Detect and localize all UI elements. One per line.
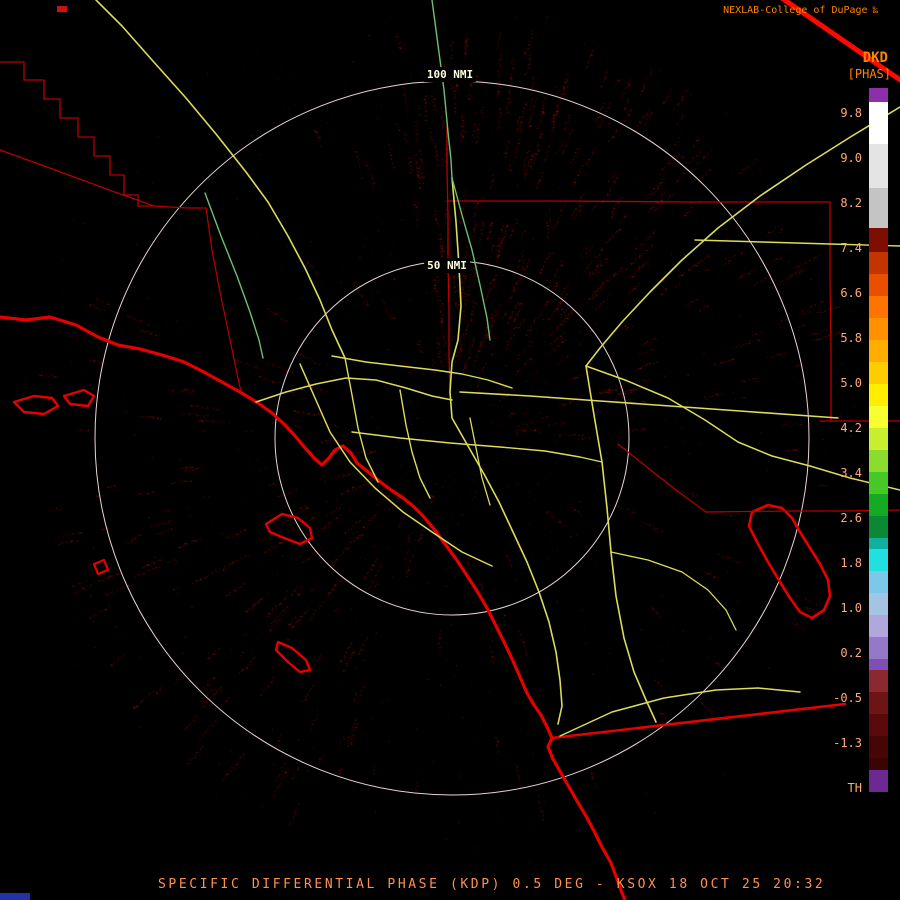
road-605 bbox=[399, 389, 431, 499]
bottom-left-blue-bar bbox=[0, 893, 30, 900]
road-110 bbox=[344, 357, 379, 483]
road-86 bbox=[610, 551, 737, 631]
range-ring-label-50nmi: 50 NMI bbox=[424, 258, 470, 273]
road-i15-south bbox=[585, 365, 657, 723]
colorbar-segment bbox=[869, 615, 888, 637]
island-santa-barbara bbox=[92, 558, 110, 576]
island-channel-west bbox=[12, 394, 60, 416]
colorbar-segment bbox=[869, 362, 888, 384]
island-san-clemente bbox=[274, 640, 312, 674]
colorbar-segment bbox=[869, 538, 888, 549]
road-210 bbox=[331, 355, 513, 389]
colorbar-segment bbox=[869, 318, 888, 340]
colorbar-tick-label: 4.2 bbox=[840, 421, 862, 435]
radar-display: 100 NMI 50 NMI NEXLAB-College of DuPage … bbox=[0, 0, 900, 900]
colorbar-segment bbox=[869, 516, 888, 538]
colorbar-segment bbox=[869, 593, 888, 615]
colorbar-segment bbox=[869, 549, 888, 571]
colorbar-tick-label: 3.4 bbox=[840, 466, 862, 480]
colorbar-segment bbox=[869, 406, 888, 428]
colorbar-tick-label: 8.2 bbox=[840, 196, 862, 210]
colorbar-segment bbox=[869, 736, 888, 758]
colorbar-tick-label: 5.0 bbox=[840, 376, 862, 390]
colorbar bbox=[869, 88, 888, 792]
mexico-border bbox=[550, 702, 847, 740]
colorbar-threshold-label: TH bbox=[847, 781, 862, 795]
product-code: DKD bbox=[862, 50, 888, 66]
colorbar-tick-label: 1.8 bbox=[840, 556, 862, 570]
road-i10-east bbox=[459, 391, 839, 419]
road-i15-north bbox=[585, 106, 900, 367]
colorbar-segment bbox=[869, 228, 888, 252]
product-caption: SPECIFIC DIFFERENTIAL PHASE (KDP) 0.5 DE… bbox=[158, 877, 826, 892]
colorbar-tick-label: 9.0 bbox=[840, 151, 862, 165]
colorbar-tick-label: 5.8 bbox=[840, 331, 862, 345]
colorbar-segment bbox=[869, 571, 888, 593]
range-ring-outer bbox=[94, 80, 810, 796]
road-101 bbox=[255, 377, 453, 403]
range-ring-inner bbox=[274, 260, 630, 616]
colorbar-segment bbox=[869, 144, 888, 188]
county-kern-steps bbox=[0, 61, 207, 209]
colorbar-segment bbox=[869, 428, 888, 450]
product-unit: [PHAS] bbox=[847, 67, 891, 81]
header-logo-glyph: ‰ bbox=[872, 5, 878, 16]
colorbar-segment bbox=[869, 637, 888, 659]
road-55 bbox=[469, 417, 491, 506]
colorbar-segment bbox=[869, 758, 888, 770]
salton-sea bbox=[747, 503, 832, 620]
colorbar-segment bbox=[869, 692, 888, 714]
road-i405 bbox=[299, 363, 493, 567]
colorbar-segment bbox=[869, 714, 888, 736]
coastline bbox=[0, 315, 627, 900]
county-riverside-sd-diag bbox=[617, 443, 707, 513]
header-title: NEXLAB-College of DuPage bbox=[723, 5, 868, 16]
colorbar-tick-label: 2.6 bbox=[840, 511, 862, 525]
colorbar-tick-label: 0.2 bbox=[840, 646, 862, 660]
county-sb-east bbox=[829, 201, 832, 422]
green-line-north bbox=[431, 0, 453, 179]
colorbar-segment bbox=[869, 494, 888, 516]
range-ring-label-100nmi: 100 NMI bbox=[423, 67, 477, 82]
colorbar-tick-label: -1.3 bbox=[833, 736, 862, 750]
colorbar-segment bbox=[869, 450, 888, 472]
colorbar-tick-label: 7.4 bbox=[840, 241, 862, 255]
colorbar-tick-label: 1.0 bbox=[840, 601, 862, 615]
colorbar-segment bbox=[869, 472, 888, 494]
colorbar-segment bbox=[869, 102, 888, 144]
colorbar-segment bbox=[869, 659, 888, 670]
colorbar-segment bbox=[869, 384, 888, 406]
colorbar-tick-label: -0.5 bbox=[833, 691, 862, 705]
colorbar-segment bbox=[869, 670, 888, 692]
colorbar-segment bbox=[869, 296, 888, 318]
island-catalina bbox=[264, 512, 314, 546]
green-line-west bbox=[204, 192, 264, 359]
colorbar-segment bbox=[869, 340, 888, 362]
top-left-tick-mark bbox=[57, 6, 67, 12]
header: NEXLAB-College of DuPage ‰ bbox=[723, 5, 878, 16]
county-sb-north bbox=[446, 200, 831, 203]
county-ventura-la bbox=[205, 207, 242, 393]
colorbar-segment bbox=[869, 88, 888, 102]
road-nw bbox=[95, 0, 346, 359]
island-channel-east bbox=[62, 388, 96, 408]
colorbar-tick-label: 6.6 bbox=[840, 286, 862, 300]
colorbar-segment bbox=[869, 770, 888, 792]
colorbar-segment bbox=[869, 274, 888, 296]
county-left-diagonal bbox=[0, 149, 155, 207]
base-map bbox=[0, 0, 900, 900]
road-91 bbox=[351, 431, 603, 463]
colorbar-tick-label: 9.8 bbox=[840, 106, 862, 120]
colorbar-segment bbox=[869, 252, 888, 274]
colorbar-segment bbox=[869, 188, 888, 228]
road-i8 bbox=[559, 687, 801, 737]
